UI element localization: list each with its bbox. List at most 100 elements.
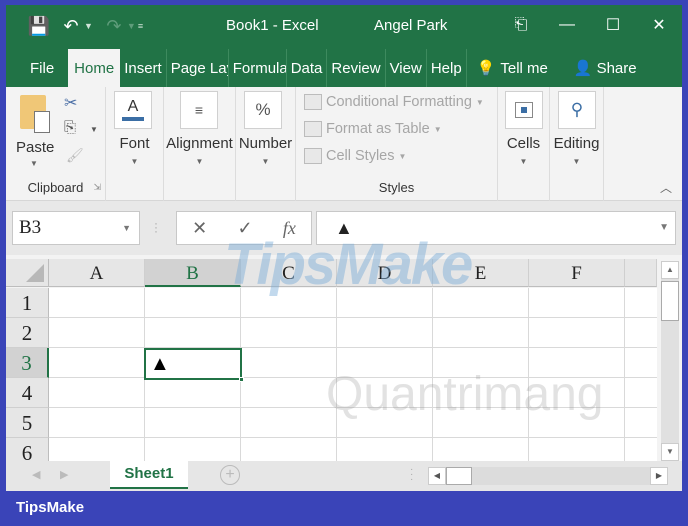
row-header-4[interactable]: 4 — [6, 378, 49, 408]
scroll-up-icon[interactable]: ▲ — [661, 261, 679, 279]
scroll-right-icon[interactable]: ▶ — [650, 467, 668, 485]
group-number[interactable]: % Number ▼ — [236, 87, 296, 201]
format-as-table-label: Format as Table — [326, 121, 430, 137]
alignment-icon: ≡ — [180, 91, 218, 129]
row-header-5[interactable]: 5 — [6, 408, 49, 438]
enter-icon[interactable]: ✓ — [237, 218, 252, 239]
sheet-tab-sheet1[interactable]: Sheet1 — [110, 461, 188, 489]
undo-icon[interactable]: ↶ — [60, 15, 82, 37]
paste-page-icon — [34, 111, 50, 133]
tab-view[interactable]: View — [386, 49, 427, 87]
format-as-table-dropdown-icon: ▼ — [433, 124, 442, 134]
format-painter-icon[interactable]: 🖌 — [66, 147, 84, 164]
minimize-button[interactable]: — — [544, 11, 590, 39]
group-alignment[interactable]: ≡ Alignment ▼ — [164, 87, 236, 201]
column-header-d[interactable]: D — [337, 259, 433, 287]
cell-area[interactable] — [49, 288, 657, 468]
font-icon: A — [114, 91, 152, 129]
percent-icon: % — [255, 100, 271, 119]
row-header-3[interactable]: 3 — [6, 348, 49, 378]
formula-bar: B3 ▼ · · · ✕ ✓ fx ▲ ▼ — [6, 201, 682, 255]
scroll-left-icon[interactable]: ◀ — [428, 467, 446, 485]
group-editing[interactable]: ⚲ Editing ▼ — [550, 87, 604, 201]
paste-button[interactable]: Paste ▼ — [16, 91, 56, 171]
cell-styles-dropdown-icon: ▼ — [398, 151, 407, 161]
number-label: Number — [238, 135, 293, 152]
vertical-scroll-thumb[interactable] — [661, 281, 679, 321]
cell-value: ▲ — [150, 353, 170, 375]
new-sheet-icon[interactable]: + — [220, 465, 240, 485]
sheet-tab-bar: ◀ ▶ Sheet1 + · · · ◀ ▶ — [6, 461, 682, 491]
copy-dropdown-icon[interactable]: ▼ — [90, 125, 98, 134]
insert-function-icon[interactable]: fx — [283, 218, 296, 239]
maximize-button[interactable]: ☐ — [590, 11, 636, 39]
close-button[interactable]: ✕ — [636, 11, 682, 39]
conditional-formatting-label: Conditional Formatting — [326, 94, 472, 110]
expand-formula-bar-icon[interactable]: ▼ — [659, 222, 669, 233]
tab-data[interactable]: Data — [287, 49, 328, 87]
formula-bar-resize-handle[interactable]: · · · — [154, 217, 158, 237]
group-clipboard: Paste ▼ ✂ ⎘ ▼ 🖌 Clipboard ⇲ — [6, 87, 106, 201]
cancel-icon[interactable]: ✕ — [192, 218, 207, 239]
tab-formulas[interactable]: Formula — [229, 49, 287, 87]
cells-icon — [505, 91, 543, 129]
paste-dropdown-icon: ▼ — [30, 159, 38, 168]
column-header-a[interactable]: A — [49, 259, 145, 287]
column-header-c[interactable]: C — [241, 259, 337, 287]
user-name[interactable]: Angel Park — [374, 17, 447, 34]
group-cells[interactable]: Cells ▼ — [498, 87, 550, 201]
redo-dropdown-icon[interactable]: ▼ — [127, 21, 136, 31]
customize-qat-icon[interactable]: ≡ — [138, 21, 143, 31]
scroll-down-icon[interactable]: ▼ — [661, 443, 679, 461]
group-font[interactable]: A Font ▼ — [106, 87, 164, 201]
clipboard-group-label: Clipboard — [27, 180, 84, 195]
ribbon-display-options-icon[interactable]: ⎗ — [498, 11, 544, 39]
undo-dropdown-icon[interactable]: ▼ — [84, 21, 93, 31]
save-icon[interactable]: 💾 — [28, 15, 50, 37]
tab-help[interactable]: Help — [427, 49, 467, 87]
row-header-1[interactable]: 1 — [6, 288, 49, 318]
horizontal-scrollbar[interactable]: ◀ ▶ — [428, 467, 668, 485]
next-sheet-icon[interactable]: ▶ — [60, 468, 68, 481]
clipboard-launcher-icon[interactable]: ⇲ — [93, 182, 101, 193]
column-header-e[interactable]: E — [433, 259, 529, 287]
conditional-formatting-dropdown-icon: ▼ — [475, 97, 484, 107]
tab-insert[interactable]: Insert — [120, 49, 167, 87]
horizontal-scroll-thumb[interactable] — [446, 467, 472, 485]
column-header-g[interactable] — [625, 259, 657, 287]
format-as-table-button[interactable]: Format as Table ▼ — [304, 121, 442, 137]
row-header-2[interactable]: 2 — [6, 318, 49, 348]
font-dropdown-icon: ▼ — [130, 157, 139, 166]
cell-styles-button[interactable]: Cell Styles ▼ — [304, 148, 406, 164]
collapse-ribbon-icon[interactable]: ︿ — [660, 179, 672, 196]
tab-file[interactable]: File — [6, 49, 68, 87]
tab-review[interactable]: Review — [327, 49, 386, 87]
fill-handle[interactable] — [239, 377, 244, 382]
active-cell-b3[interactable]: ▲ — [144, 348, 244, 382]
formula-value: ▲ — [335, 218, 353, 238]
cells-dropdown-icon: ▼ — [519, 157, 528, 166]
tab-page-layout[interactable]: Page Lay — [167, 49, 229, 87]
column-header-b[interactable]: B — [145, 259, 241, 287]
cut-icon[interactable]: ✂ — [64, 93, 77, 113]
title-bar: 💾 ↶ ▼ ↷ ▼ ≡ Book1 - Excel Angel Park ⎗ —… — [6, 5, 682, 87]
copy-icon[interactable]: ⎘ — [64, 119, 76, 136]
name-box[interactable]: B3 ▼ — [12, 211, 140, 245]
select-all-button[interactable] — [6, 259, 49, 287]
editing-dropdown-icon: ▼ — [572, 157, 581, 166]
redo-icon[interactable]: ↷ — [103, 15, 125, 37]
share-button[interactable]: 👤 Share — [552, 49, 641, 87]
vertical-scrollbar[interactable]: ▲ ▼ — [661, 261, 679, 461]
conditional-formatting-button[interactable]: Conditional Formatting ▼ — [304, 94, 484, 110]
prev-sheet-icon[interactable]: ◀ — [32, 468, 40, 481]
name-box-dropdown-icon[interactable]: ▼ — [122, 212, 131, 244]
tab-split-handle[interactable]: · · · — [410, 465, 413, 485]
column-header-f[interactable]: F — [529, 259, 625, 287]
window-title: Book1 - Excel — [226, 17, 319, 34]
share-person-icon: 👤 — [573, 60, 593, 77]
alignment-dropdown-icon: ▼ — [195, 157, 204, 166]
quick-access-toolbar: 💾 ↶ ▼ ↷ ▼ ≡ — [28, 13, 143, 39]
tell-me-search[interactable]: 💡 Tell me — [467, 49, 552, 87]
tab-home[interactable]: Home — [68, 49, 121, 87]
formula-input[interactable]: ▲ ▼ — [316, 211, 676, 245]
